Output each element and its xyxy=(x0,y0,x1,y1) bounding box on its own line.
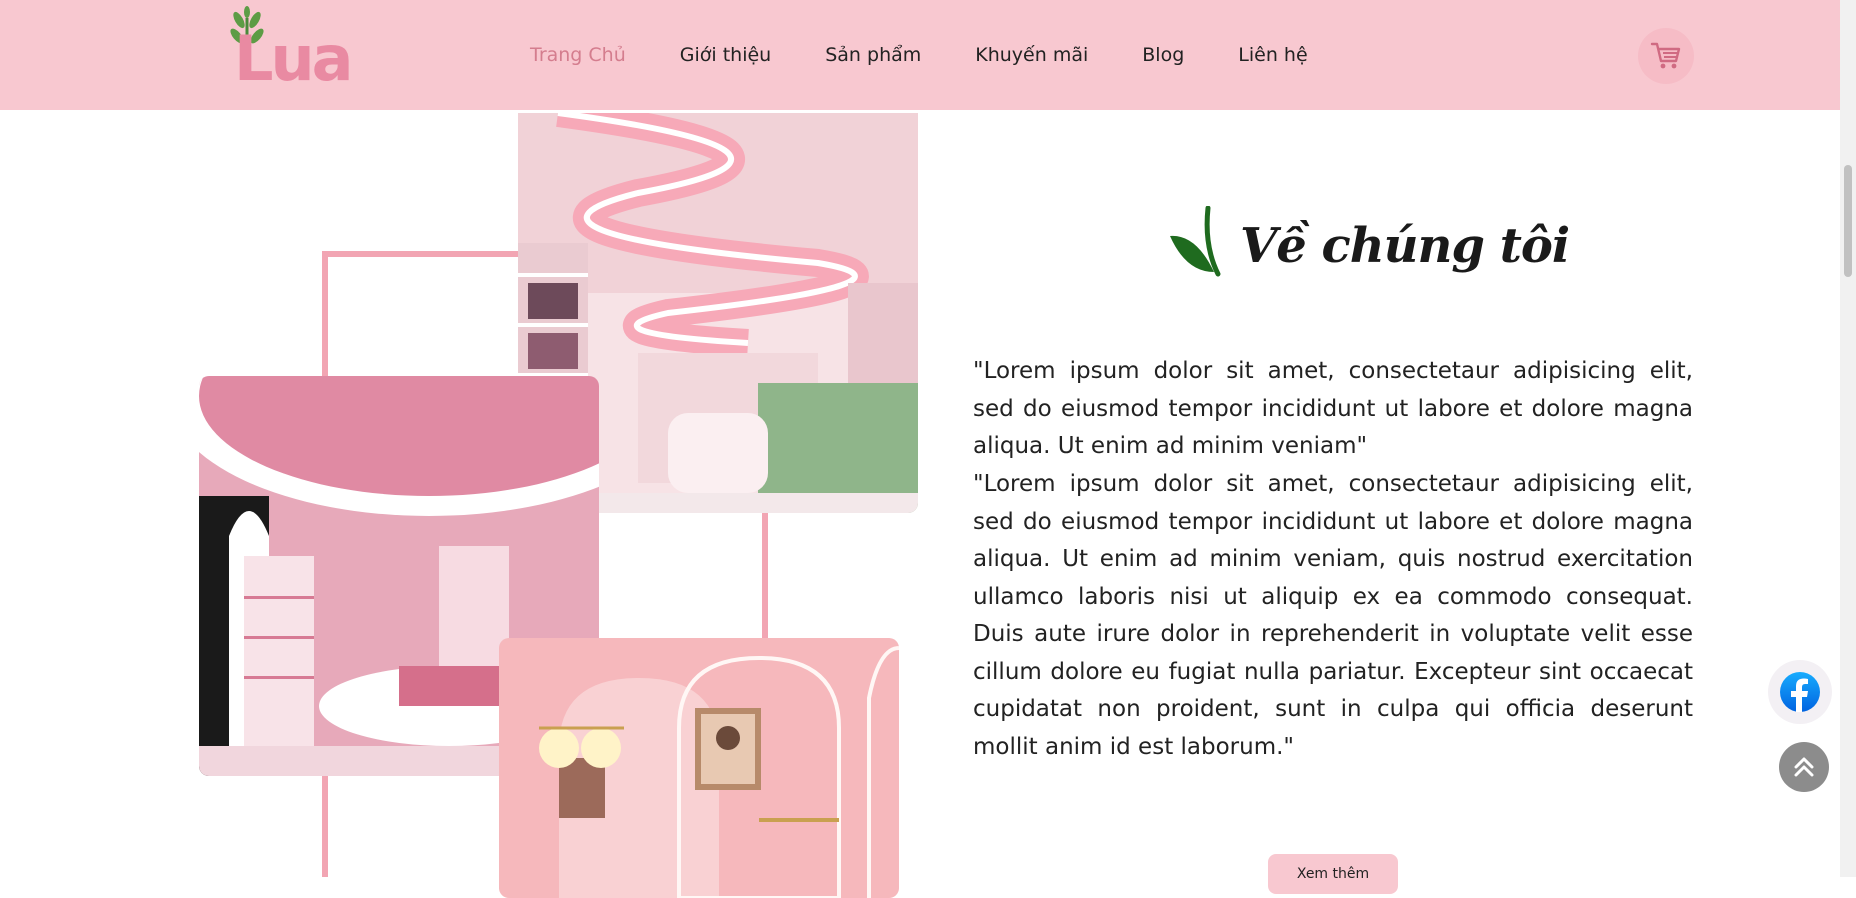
scrollbar-thumb[interactable] xyxy=(1844,165,1852,277)
logo-text: Lua xyxy=(234,22,353,95)
brand-logo[interactable]: Lua xyxy=(224,4,374,90)
nav-item-about[interactable]: Giới thiệu xyxy=(680,44,771,66)
about-paragraph-1: "Lorem ipsum dolor sit amet, consectetau… xyxy=(973,358,1693,459)
nav-item-blog[interactable]: Blog xyxy=(1142,44,1184,66)
frame-line-top xyxy=(322,251,522,257)
cart-button[interactable] xyxy=(1638,28,1694,84)
site-header: Lua Trang Chủ Giới thiệu Sản phẩm Khuyến… xyxy=(0,0,1840,110)
leaf-icon xyxy=(1170,206,1221,277)
nav-item-contact[interactable]: Liên hệ xyxy=(1238,44,1307,66)
read-more-button[interactable]: Xem thêm xyxy=(1268,854,1398,894)
nav-item-home[interactable]: Trang Chủ xyxy=(530,44,626,66)
main-nav: Trang Chủ Giới thiệu Sản phẩm Khuyến mãi… xyxy=(530,44,1362,66)
nav-item-promotions[interactable]: Khuyến mãi xyxy=(975,44,1088,66)
chevrons-up-icon xyxy=(1794,757,1814,777)
facebook-icon xyxy=(1780,672,1820,712)
store-photo-arch xyxy=(499,638,899,898)
about-title: Về chúng tôi xyxy=(1240,218,1570,274)
cart-icon xyxy=(1650,42,1681,69)
page-scrollbar[interactable] xyxy=(1840,0,1856,877)
frame-line-right xyxy=(762,500,768,650)
nav-item-products[interactable]: Sản phẩm xyxy=(825,44,921,66)
facebook-button[interactable] xyxy=(1768,660,1832,724)
back-to-top-button[interactable] xyxy=(1779,742,1829,792)
about-paragraph-2: "Lorem ipsum dolor sit amet, consectetau… xyxy=(973,471,1693,760)
store-arch-image xyxy=(499,638,899,898)
